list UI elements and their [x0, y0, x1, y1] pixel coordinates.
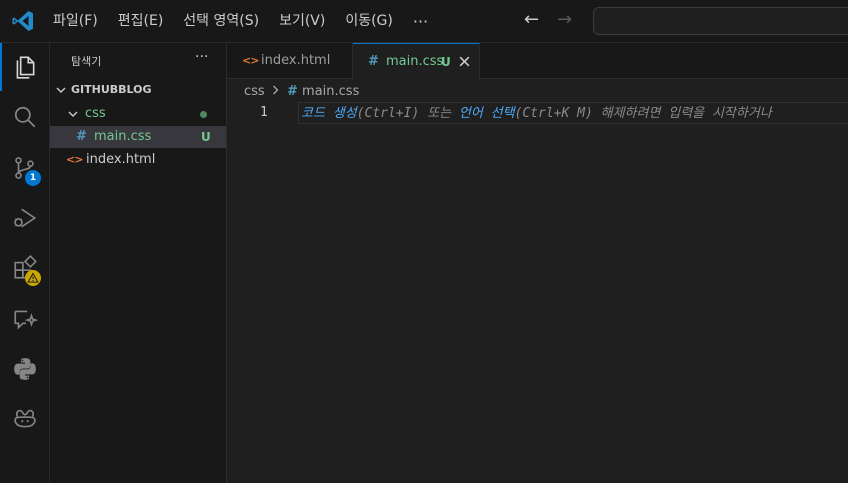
select-language-link[interactable]: 언어 선택 — [459, 106, 515, 121]
explorer-title: 탐색기 — [71, 55, 102, 68]
vscode-logo-icon — [12, 11, 33, 31]
copilot-icon — [14, 409, 36, 428]
activity-bar: 1 — [0, 43, 50, 483]
generate-code-link[interactable]: 코드 생성 — [301, 106, 357, 121]
line-number: 1 — [260, 105, 268, 120]
title-bar: 파일(F) 편집(E) 선택 영역(S) 보기(V) 이동(G) ··· ← → — [0, 0, 848, 43]
tab-main-css[interactable]: # main.css U — [353, 43, 480, 80]
chevron-down-icon — [68, 111, 78, 117]
tab-label: index.html — [261, 53, 331, 68]
menu-go[interactable]: 이동(G) — [335, 0, 403, 43]
hint-text: (Ctrl+K M) 해제하려면 입력을 시작하거나 — [514, 106, 772, 121]
workspace-folder-header[interactable]: GITHUBBLOG — [50, 79, 226, 101]
source-control-badge: 1 — [25, 170, 41, 186]
explorer-button[interactable] — [0, 43, 50, 91]
untracked-status-badge: U — [441, 55, 451, 69]
extensions-button[interactable] — [0, 244, 50, 292]
menu-edit[interactable]: 편집(E) — [108, 0, 174, 43]
html-file-icon: <> — [66, 153, 83, 166]
html-file-icon: <> — [242, 54, 259, 67]
menu-more-icon[interactable]: ··· — [403, 0, 438, 43]
tab-index-html[interactable]: <> index.html — [227, 43, 353, 79]
chat-button[interactable] — [0, 295, 50, 343]
menu-view[interactable]: 보기(V) — [269, 0, 335, 43]
menu-file[interactable]: 파일(F) — [43, 0, 108, 43]
file-label: main.css — [94, 129, 152, 144]
file-label: index.html — [86, 152, 156, 167]
hint-text: (Ctrl+I) 또는 — [356, 106, 459, 121]
back-arrow-icon[interactable]: ← — [524, 9, 539, 31]
python-icon — [14, 358, 36, 380]
source-control-button[interactable]: 1 — [0, 144, 50, 192]
folder-label: css — [85, 106, 106, 121]
copilot-button[interactable] — [0, 395, 50, 443]
chevron-down-icon — [56, 87, 66, 93]
explorer-more-icon[interactable]: ··· — [195, 49, 208, 65]
chat-sparkle-icon — [14, 310, 38, 330]
breadcrumb-folder[interactable]: css — [244, 84, 265, 99]
search-icon — [14, 106, 36, 128]
explorer-sidebar: 탐색기 ··· GITHUBBLOG css # main.css U <> i… — [50, 43, 227, 483]
close-icon[interactable] — [458, 55, 471, 68]
tab-label: main.css — [386, 54, 444, 69]
menu-selection[interactable]: 선택 영역(S) — [173, 0, 269, 43]
command-center-search[interactable] — [593, 7, 848, 35]
warning-badge — [25, 270, 41, 286]
forward-arrow-icon[interactable]: → — [557, 9, 572, 31]
warning-icon — [27, 272, 39, 283]
untracked-status-badge: U — [201, 130, 211, 144]
tree-item-main-css[interactable]: # main.css U — [50, 126, 226, 148]
css-file-icon: # — [76, 129, 87, 144]
css-file-icon: # — [286, 84, 298, 99]
tree-item-index-html[interactable]: <> index.html — [50, 149, 226, 171]
tree-item-css-folder[interactable]: css — [50, 103, 226, 125]
modified-dot-icon — [200, 111, 207, 118]
empty-editor-hint[interactable]: 코드 생성(Ctrl+I) 또는 언어 선택(Ctrl+K M) 해제하려면 입… — [298, 102, 848, 124]
chevron-right-icon — [272, 85, 279, 95]
css-file-icon: # — [368, 54, 379, 69]
workspace-folder-name: GITHUBBLOG — [71, 83, 152, 96]
run-debug-button[interactable] — [0, 194, 50, 242]
menu-bar: 파일(F) 편집(E) 선택 영역(S) 보기(V) 이동(G) ··· — [43, 0, 438, 43]
search-button[interactable] — [0, 93, 50, 141]
files-icon — [16, 56, 35, 79]
breadcrumb-file[interactable]: main.css — [302, 84, 359, 99]
run-debug-icon — [14, 208, 37, 228]
breadcrumb: css # main.css — [244, 83, 359, 101]
python-button[interactable] — [0, 345, 50, 393]
editor-tab-bar: <> index.html # main.css U — [227, 43, 848, 80]
